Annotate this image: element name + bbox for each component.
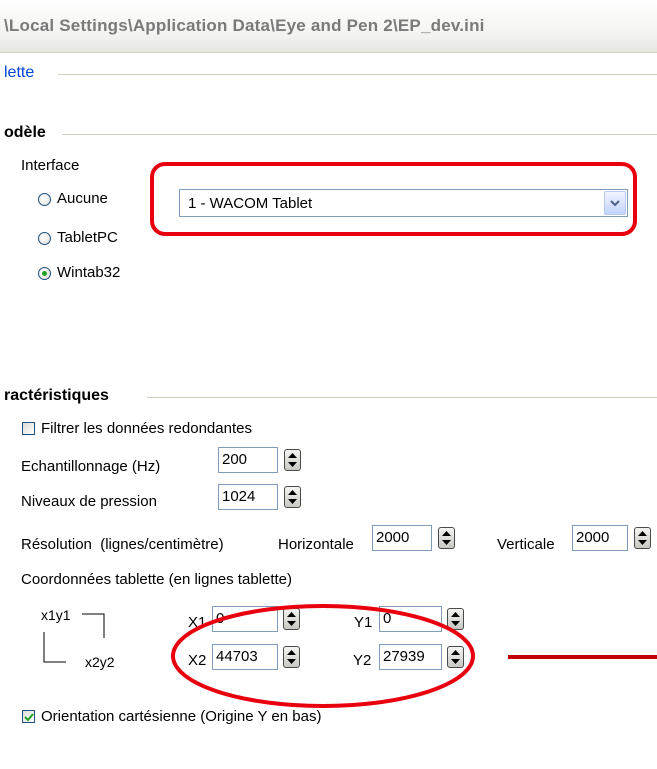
resolution-label: Résolution (lignes/centimètre) — [21, 536, 224, 553]
horizontal-input[interactable]: 2000 — [372, 525, 432, 551]
coords-label: Coordonnées tablette (en lignes tablette… — [21, 571, 293, 588]
highlight-ellipse — [171, 604, 657, 708]
vertical-label: Verticale — [497, 536, 555, 553]
window-titlebar: \Local Settings\Application Data\Eye and… — [0, 0, 657, 53]
characteristics-group-caption: ractéristiques — [4, 387, 109, 404]
vertical-input[interactable]: 2000 — [572, 525, 628, 551]
radio-wintab32-label[interactable]: Wintab32 — [57, 264, 120, 281]
orientation-label[interactable]: Orientation cartésienne (Origine Y en ba… — [41, 708, 321, 725]
sampling-label: Echantillonnage (Hz) — [21, 458, 161, 475]
model-group-line — [62, 134, 657, 135]
spinner-arrows-icon — [442, 531, 451, 545]
checkmark-icon — [24, 713, 34, 722]
spinner-arrows-icon — [288, 490, 297, 504]
window-title: \Local Settings\Application Data\Eye and… — [4, 16, 485, 35]
highlight-rectangle — [150, 162, 637, 236]
tab-palette[interactable]: lette — [4, 64, 34, 82]
characteristics-group-line — [147, 397, 657, 398]
radio-aucune-label[interactable]: Aucune — [57, 190, 108, 207]
sampling-input[interactable]: 200 — [218, 447, 278, 473]
filter-checkbox[interactable] — [22, 422, 35, 435]
radio-tabletpc-label[interactable]: TabletPC — [57, 229, 118, 246]
radio-aucune[interactable] — [38, 193, 51, 206]
interface-label: Interface — [21, 157, 80, 174]
tab-separator — [58, 74, 657, 75]
spinner-arrows-icon — [638, 531, 647, 545]
pressure-input[interactable]: 1024 — [218, 484, 278, 510]
radio-tabletpc[interactable] — [38, 232, 51, 245]
horizontal-label: Horizontale — [278, 536, 354, 553]
pressure-spinner[interactable] — [284, 486, 301, 508]
diagram-bottom-right-label: x2y2 — [85, 654, 115, 670]
spinner-arrows-icon — [288, 453, 297, 467]
vertical-spinner[interactable] — [634, 527, 651, 549]
pressure-label: Niveaux de pression — [21, 493, 157, 510]
horizontal-spinner[interactable] — [438, 527, 455, 549]
orientation-checkbox[interactable] — [22, 710, 35, 723]
model-group-caption: odèle — [4, 124, 46, 141]
sampling-spinner[interactable] — [284, 449, 301, 471]
radio-wintab32[interactable] — [38, 267, 51, 280]
filter-label[interactable]: Filtrer les données redondantes — [41, 420, 252, 437]
diagram-top-left-label: x1y1 — [41, 607, 71, 623]
radio-selected-dot — [42, 271, 47, 276]
